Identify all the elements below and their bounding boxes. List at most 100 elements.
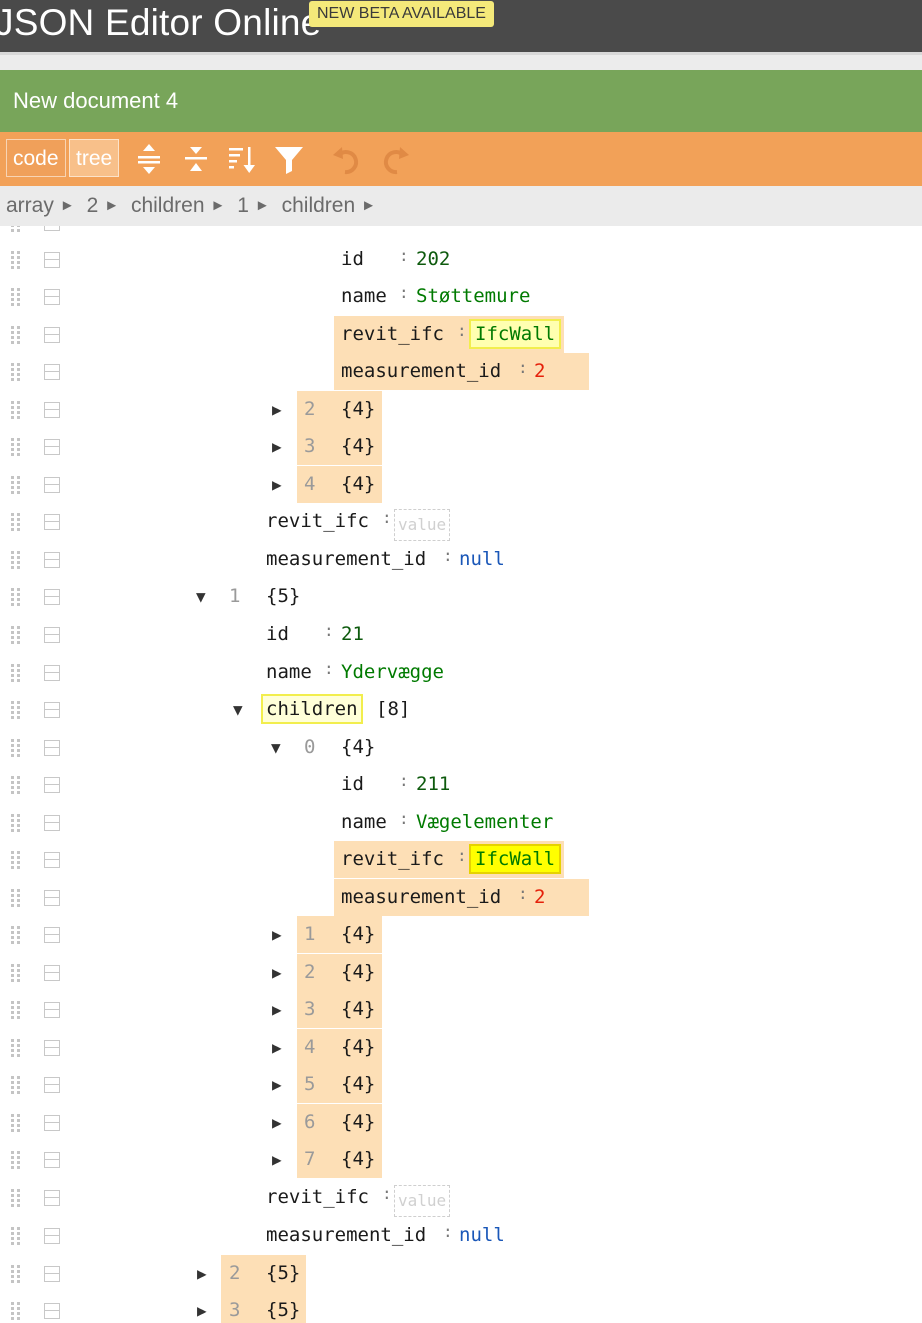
field-key[interactable]: name — [341, 285, 387, 307]
field-value[interactable]: Ydervægge — [341, 661, 444, 683]
drag-handle-icon[interactable] — [9, 361, 23, 383]
field-value[interactable]: Støttemure — [416, 285, 530, 307]
field-key[interactable]: measurement_id — [266, 1224, 426, 1246]
drag-handle-icon[interactable] — [9, 737, 23, 759]
context-menu-icon[interactable] — [44, 927, 60, 943]
context-menu-icon[interactable] — [44, 364, 60, 380]
context-menu-icon[interactable] — [44, 1266, 60, 1282]
context-menu-icon[interactable] — [44, 665, 60, 681]
empty-value-input[interactable]: value — [394, 509, 451, 541]
collapse-arrow-icon[interactable]: ▼ — [233, 700, 243, 719]
field-value[interactable]: IfcWall — [469, 319, 562, 349]
breadcrumb-item-1[interactable]: 1 — [237, 194, 249, 217]
expand-arrow-icon[interactable]: ▶ — [272, 400, 282, 419]
drag-handle-icon[interactable] — [9, 1074, 23, 1096]
context-menu-icon[interactable] — [44, 1228, 60, 1244]
drag-handle-icon[interactable] — [9, 324, 23, 346]
mode-tree-button[interactable]: tree — [69, 139, 120, 177]
context-menu-icon[interactable] — [44, 226, 60, 231]
drag-handle-icon[interactable] — [9, 399, 23, 421]
field-key[interactable]: id — [266, 623, 289, 645]
context-menu-icon[interactable] — [44, 965, 60, 981]
collapse-arrow-icon[interactable]: ▼ — [271, 738, 281, 757]
drag-handle-icon[interactable] — [9, 812, 23, 834]
sort-icon[interactable] — [226, 142, 258, 176]
expand-arrow-icon[interactable]: ▶ — [272, 925, 282, 944]
field-value[interactable]: Vægelementer — [416, 811, 553, 833]
drag-handle-icon[interactable] — [9, 1187, 23, 1209]
context-menu-icon[interactable] — [44, 402, 60, 418]
context-menu-icon[interactable] — [44, 1115, 60, 1131]
empty-value-input[interactable]: value — [394, 1185, 451, 1217]
drag-handle-icon[interactable] — [9, 226, 23, 234]
field-key-editing[interactable]: children — [261, 694, 363, 724]
filter-icon[interactable] — [273, 142, 305, 176]
drag-handle-icon[interactable] — [9, 1112, 23, 1134]
field-key[interactable]: id — [341, 773, 364, 795]
context-menu-icon[interactable] — [44, 740, 60, 756]
field-key[interactable]: revit_ifc — [341, 323, 444, 345]
field-value[interactable]: null — [459, 548, 505, 570]
field-value[interactable]: 202 — [416, 248, 450, 270]
drag-handle-icon[interactable] — [9, 962, 23, 984]
context-menu-icon[interactable] — [44, 1303, 60, 1319]
drag-handle-icon[interactable] — [9, 511, 23, 533]
context-menu-icon[interactable] — [44, 439, 60, 455]
drag-handle-icon[interactable] — [9, 286, 23, 308]
field-key[interactable]: measurement_id — [341, 360, 501, 382]
mode-code-button[interactable]: code — [6, 139, 66, 177]
context-menu-icon[interactable] — [44, 815, 60, 831]
expand-arrow-icon[interactable]: ▶ — [272, 1000, 282, 1019]
context-menu-icon[interactable] — [44, 589, 60, 605]
drag-handle-icon[interactable] — [9, 1149, 23, 1171]
expand-arrow-icon[interactable]: ▶ — [272, 1075, 282, 1094]
drag-handle-icon[interactable] — [9, 699, 23, 721]
context-menu-icon[interactable] — [44, 1190, 60, 1206]
expand-arrow-icon[interactable]: ▶ — [272, 1150, 282, 1169]
drag-handle-icon[interactable] — [9, 887, 23, 909]
field-value[interactable]: 2 — [534, 360, 545, 382]
drag-handle-icon[interactable] — [9, 586, 23, 608]
drag-handle-icon[interactable] — [9, 624, 23, 646]
context-menu-icon[interactable] — [44, 1152, 60, 1168]
context-menu-icon[interactable] — [44, 1002, 60, 1018]
context-menu-icon[interactable] — [44, 477, 60, 493]
drag-handle-icon[interactable] — [9, 999, 23, 1021]
field-value[interactable]: 21 — [341, 623, 364, 645]
context-menu-icon[interactable] — [44, 1077, 60, 1093]
drag-handle-icon[interactable] — [9, 474, 23, 496]
collapse-all-icon[interactable] — [180, 142, 212, 176]
document-title[interactable]: New document 4 — [13, 88, 178, 114]
expand-arrow-icon[interactable]: ▶ — [272, 1038, 282, 1057]
drag-handle-icon[interactable] — [9, 1263, 23, 1285]
field-key[interactable]: id — [341, 248, 364, 270]
breadcrumb-item-children[interactable]: children — [131, 194, 205, 217]
active-search-match[interactable]: IfcWall — [469, 844, 562, 874]
context-menu-icon[interactable] — [44, 890, 60, 906]
field-key[interactable]: revit_ifc — [266, 510, 369, 532]
context-menu-icon[interactable] — [44, 1040, 60, 1056]
field-value[interactable]: 211 — [416, 773, 450, 795]
drag-handle-icon[interactable] — [9, 436, 23, 458]
expand-arrow-icon[interactable]: ▶ — [272, 475, 282, 494]
undo-icon[interactable] — [331, 142, 363, 176]
field-key[interactable]: revit_ifc — [341, 848, 444, 870]
breadcrumb-item-array[interactable]: array — [6, 194, 54, 217]
beta-badge[interactable]: NEW BETA AVAILABLE — [309, 1, 494, 27]
context-menu-icon[interactable] — [44, 852, 60, 868]
context-menu-icon[interactable] — [44, 627, 60, 643]
field-key[interactable]: measurement_id — [341, 886, 501, 908]
field-key[interactable]: measurement_id — [266, 548, 426, 570]
redo-icon[interactable] — [379, 142, 411, 176]
expand-arrow-icon[interactable]: ▶ — [272, 1113, 282, 1132]
expand-arrow-icon[interactable]: ▶ — [197, 1301, 207, 1320]
expand-arrow-icon[interactable]: ▶ — [197, 1264, 207, 1283]
field-value[interactable]: null — [459, 1224, 505, 1246]
expand-arrow-icon[interactable]: ▶ — [272, 963, 282, 982]
drag-handle-icon[interactable] — [9, 1300, 23, 1322]
drag-handle-icon[interactable] — [9, 549, 23, 571]
drag-handle-icon[interactable] — [9, 249, 23, 271]
breadcrumb-item-2[interactable]: 2 — [87, 194, 99, 217]
collapse-arrow-icon[interactable]: ▼ — [196, 587, 206, 606]
field-key[interactable]: name — [341, 811, 387, 833]
